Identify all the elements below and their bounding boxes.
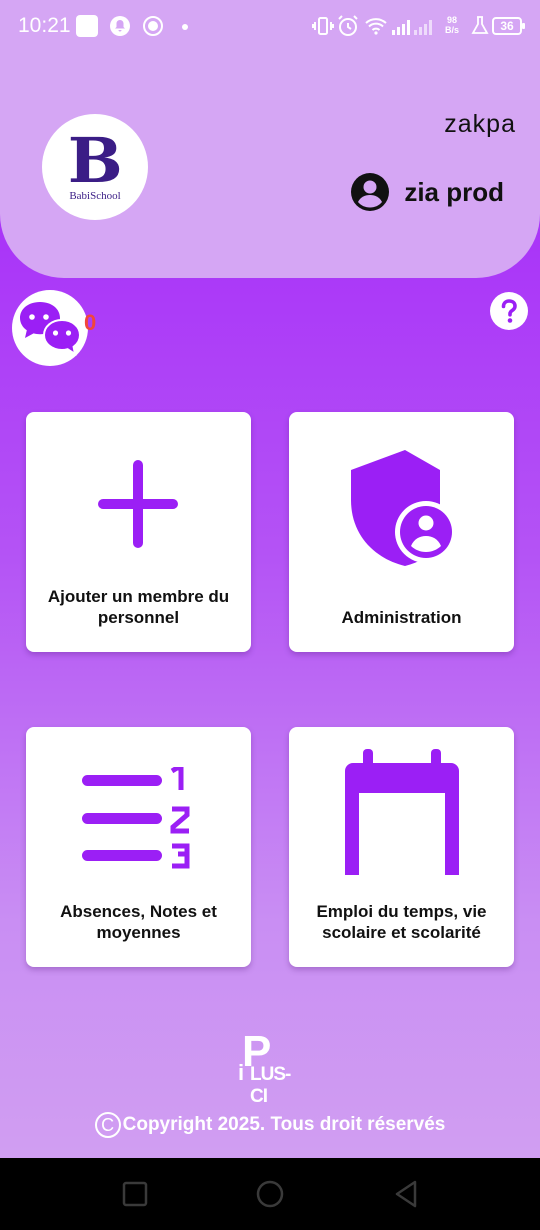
status-bar: 10:21 98 B/s 36 bbox=[0, 0, 540, 56]
brand-rest: LUS-CI bbox=[250, 1064, 291, 1107]
wifi-icon bbox=[365, 18, 387, 35]
card-grades[interactable]: Absences, Notes et moyennes bbox=[26, 727, 251, 967]
card-timetable[interactable]: Emploi du temps, vie scolaire et scolari… bbox=[289, 727, 514, 967]
user-first-name: zakpa bbox=[444, 110, 516, 138]
chat-bubbles-icon bbox=[20, 302, 82, 357]
copyright-text: Copyright 2025. Tous droit réservés bbox=[122, 1114, 446, 1136]
card-grades-label: Absences, Notes et moyennes bbox=[60, 902, 217, 942]
status-time: 10:21 bbox=[18, 14, 71, 37]
plus-ci-logo: P i LUS-CI bbox=[236, 1030, 306, 1108]
net-speed-unit: B/s bbox=[445, 25, 460, 35]
system-nav-bar bbox=[0, 1158, 540, 1230]
copyright: C Copyright 2025. Tous droit réservés bbox=[0, 1112, 540, 1138]
net-speed-value: 98 bbox=[447, 15, 458, 25]
vibrate-icon bbox=[312, 17, 334, 35]
account-circle-icon bbox=[351, 173, 390, 211]
brand-letter-i: i bbox=[238, 1060, 245, 1085]
recents-icon[interactable] bbox=[113, 1172, 157, 1216]
calendar-icon bbox=[345, 749, 459, 875]
home-icon[interactable] bbox=[248, 1172, 292, 1216]
copyright-icon: C bbox=[94, 1112, 121, 1138]
bell-icon bbox=[110, 16, 130, 36]
card-add-staff-label: Ajouter un membre du personnel bbox=[47, 587, 230, 627]
card-administration[interactable]: Administration bbox=[289, 412, 514, 652]
shield-user-icon bbox=[351, 450, 457, 566]
flask-icon bbox=[471, 16, 489, 34]
user-profile[interactable]: zia prod bbox=[350, 172, 504, 212]
plus-icon bbox=[98, 460, 178, 548]
user-name: zia prod bbox=[404, 176, 504, 207]
notification-app-icon bbox=[76, 15, 98, 37]
card-add-staff[interactable]: Ajouter un membre du personnel bbox=[26, 412, 251, 652]
logo-letter: B bbox=[67, 124, 123, 197]
record-icon bbox=[143, 16, 163, 36]
card-timetable-label: Emploi du temps, vie scolaire et scolari… bbox=[316, 902, 487, 942]
battery-indicator: 36 bbox=[492, 17, 525, 35]
chat-unread-badge: 0 bbox=[84, 310, 97, 335]
back-icon[interactable] bbox=[384, 1172, 428, 1216]
chat-button[interactable] bbox=[12, 290, 88, 366]
more-notifications-dot bbox=[182, 24, 188, 30]
help-icon[interactable] bbox=[489, 291, 529, 331]
card-administration-label: Administration bbox=[341, 608, 462, 627]
numbered-list-icon bbox=[82, 767, 190, 869]
school-logo: B BabiSchool bbox=[42, 114, 148, 220]
alarm-icon bbox=[338, 15, 358, 36]
network-speed: 98 B/s bbox=[445, 15, 459, 35]
signal-icon bbox=[392, 20, 432, 35]
